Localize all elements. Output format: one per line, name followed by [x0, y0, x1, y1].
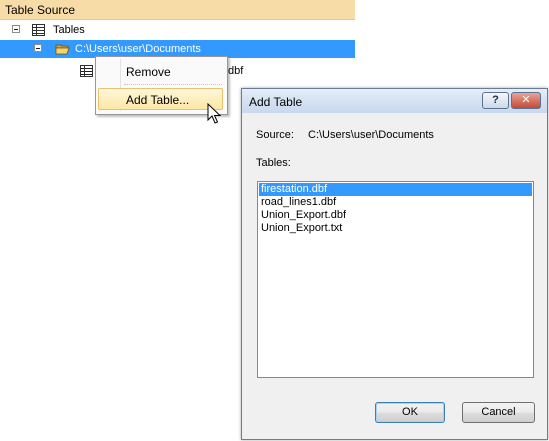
- list-item-label: road_lines1.dbf: [261, 196, 337, 208]
- help-button[interactable]: ?: [482, 92, 509, 109]
- tree-node-label: C:\Users\user\Documents: [75, 43, 201, 55]
- menu-item-add-table[interactable]: Add Table...: [98, 88, 223, 110]
- list-item-label: Union_Export.dbf: [261, 209, 346, 221]
- source-value: C:\Users\user\Documents: [308, 129, 434, 141]
- tree-node-label: dbf: [228, 65, 244, 77]
- list-item-label: Union_Export.txt: [261, 222, 343, 234]
- panel-title: Table Source: [5, 3, 76, 17]
- open-folder-icon: [55, 44, 70, 55]
- ok-button[interactable]: OK: [375, 402, 445, 423]
- close-button[interactable]: ✕: [511, 92, 541, 109]
- collapse-icon[interactable]: [12, 25, 20, 33]
- tables-listbox[interactable]: firestation.dbf road_lines1.dbf Union_Ex…: [257, 181, 534, 378]
- dialog-titlebar[interactable]: Add Table ? ✕: [242, 89, 547, 113]
- collapse-icon[interactable]: [34, 44, 42, 52]
- list-item[interactable]: Union_Export.txt: [259, 222, 532, 235]
- close-icon: ✕: [521, 94, 531, 106]
- cancel-button[interactable]: Cancel: [462, 402, 535, 423]
- table-icon: [32, 24, 45, 36]
- add-table-dialog: Add Table ? ✕ Source: C:\Users\user\Docu…: [241, 88, 548, 440]
- mouse-pointer-icon: [207, 103, 221, 124]
- list-item[interactable]: Union_Export.dbf: [259, 209, 532, 222]
- table-icon: [80, 65, 93, 77]
- list-item[interactable]: firestation.dbf: [259, 183, 532, 196]
- list-item-label: firestation.dbf: [261, 183, 328, 195]
- dialog-title: Add Table: [249, 95, 303, 109]
- help-icon: ?: [492, 94, 499, 106]
- cancel-button-label: Cancel: [481, 406, 516, 418]
- tree-node-label: Tables: [53, 24, 85, 36]
- tree-node-tables[interactable]: Tables: [0, 21, 355, 39]
- menu-item-label: Remove: [126, 65, 171, 79]
- list-item[interactable]: road_lines1.dbf: [259, 196, 532, 209]
- panel-header: Table Source: [0, 0, 355, 20]
- menu-separator: [124, 84, 222, 85]
- ok-button-label: OK: [402, 406, 418, 418]
- tables-label: Tables:: [256, 157, 291, 169]
- menu-item-label: Add Table...: [126, 93, 190, 107]
- menu-item-remove[interactable]: Remove: [98, 60, 223, 82]
- source-label: Source:: [256, 129, 294, 141]
